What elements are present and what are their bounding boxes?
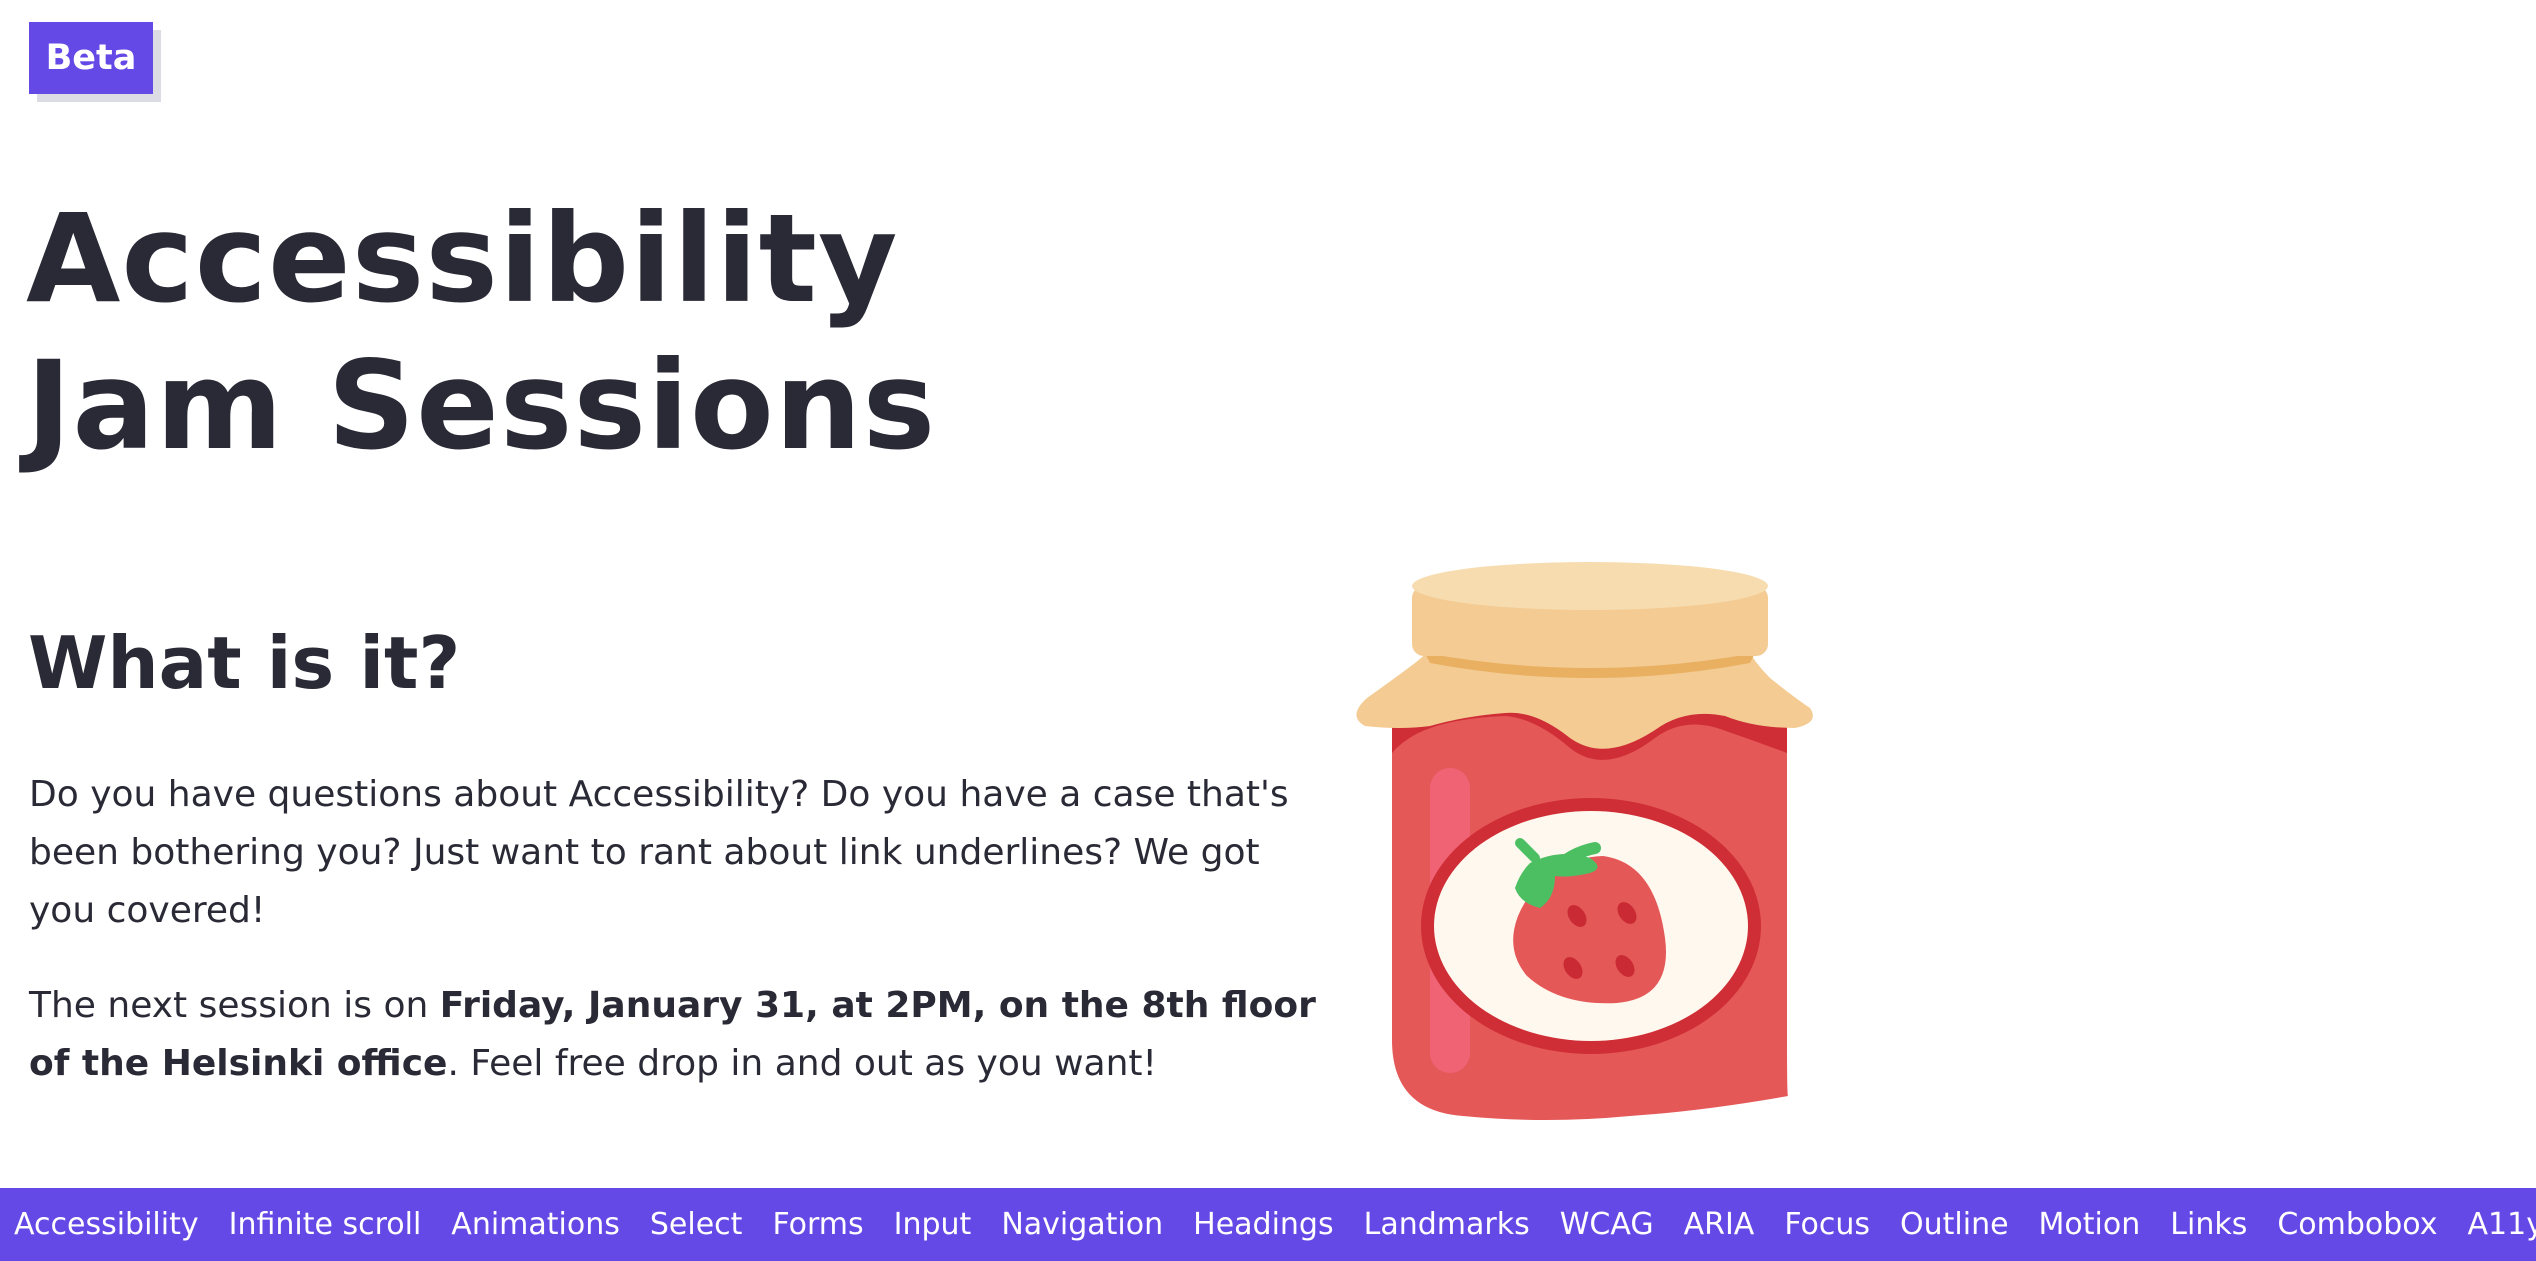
topic-tag[interactable]: Landmarks (1364, 1188, 1530, 1261)
topic-tag[interactable]: A11y (2468, 1188, 2536, 1261)
session-prefix: The next session is on (29, 985, 440, 1026)
topic-tag[interactable]: Input (894, 1188, 972, 1261)
topic-tag[interactable]: Accessibility (14, 1188, 199, 1261)
session-suffix: . Feel free drop in and out as you want! (447, 1043, 1157, 1084)
topic-tag[interactable]: Outline (1900, 1188, 2009, 1261)
session-paragraph: The next session is on Friday, January 3… (29, 977, 1319, 1093)
topic-tag[interactable]: Forms (772, 1188, 863, 1261)
topic-tag[interactable]: Select (650, 1188, 743, 1261)
jar-lid-top (1412, 562, 1768, 610)
page-title: Accessibility Jam Sessions (26, 186, 936, 480)
page-title-line-1: Accessibility (26, 188, 899, 330)
topic-tag[interactable]: Focus (1784, 1188, 1870, 1261)
topic-tag[interactable]: Infinite scroll (229, 1188, 422, 1261)
strawberry-jam-jar-icon (1356, 562, 1813, 1120)
section-title: What is it? (28, 621, 461, 705)
topic-tag[interactable]: WCAG (1560, 1188, 1654, 1261)
intro-paragraph: Do you have questions about Accessibilit… (29, 774, 1289, 931)
topic-tag[interactable]: ARIA (1684, 1188, 1755, 1261)
topic-tag[interactable]: Navigation (1001, 1188, 1163, 1261)
topic-tag[interactable]: Headings (1193, 1188, 1333, 1261)
topic-tag[interactable]: Animations (451, 1188, 620, 1261)
topic-tag-list: Accessibility Infinite scroll Animations Se… (0, 1188, 2536, 1261)
topic-tag[interactable]: Links (2170, 1188, 2247, 1261)
topic-tag-bar: Accessibility Infinite scroll Animations Se… (0, 1188, 2536, 1261)
topic-tag[interactable]: Motion (2039, 1188, 2141, 1261)
page-title-line-2: Jam Sessions (26, 335, 937, 477)
topic-tag[interactable]: Combobox (2277, 1188, 2437, 1261)
page: Beta Accessibility Jam Sessions What is … (0, 0, 2536, 1261)
beta-badge: Beta (29, 22, 153, 94)
